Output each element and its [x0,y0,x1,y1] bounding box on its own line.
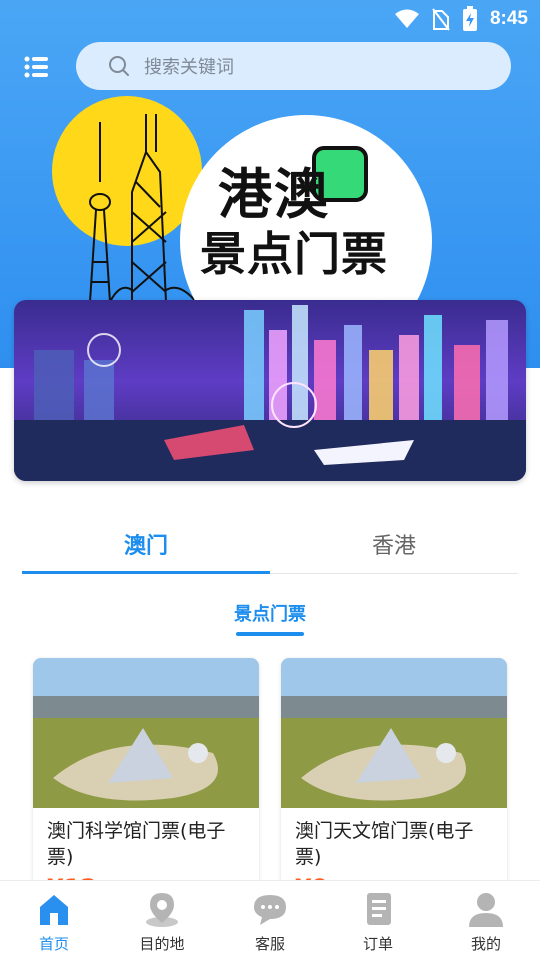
no-sim-icon [432,8,450,31]
search-input[interactable]: 搜索关键词 [76,42,511,90]
search-placeholder: 搜索关键词 [144,57,234,78]
section-tab-attraction-tickets[interactable]: 景点门票 [200,600,340,626]
bottom-nav: 首页 目的地 客服 订单 我的 [0,880,540,960]
hero-title-line2: 景点门票 [200,227,388,281]
tab-hong-kong[interactable]: 香港 [270,512,518,574]
nav-label: 目的地 [139,935,185,953]
location-pin-icon [146,893,178,927]
planetarium-image [281,658,507,808]
battery-icon [462,6,477,31]
list-menu-icon[interactable] [22,52,52,82]
ticket-card-title: 澳门天文馆门票(电子票) [295,820,474,868]
nav-label: 订单 [362,935,393,953]
nav-orders[interactable]: 订单 [324,889,432,954]
section-tab-indicator [236,632,304,636]
nav-destination[interactable]: 目的地 [108,889,216,954]
night-city-model-image [14,305,526,481]
ticket-card-planetarium[interactable]: 澳门天文馆门票(电子票) ¥9 [281,658,507,898]
nav-home[interactable]: 首页 [0,889,108,954]
promo-banner[interactable] [14,300,526,481]
skyline-towers-illustration [89,114,197,303]
nav-profile[interactable]: 我的 [432,889,540,954]
nav-label: 客服 [254,935,285,953]
science-museum-image [33,658,259,808]
status-time: 8:45 [489,8,528,29]
region-tabs: 澳门 香港 [22,512,518,574]
user-icon [469,893,503,927]
chat-icon [254,895,286,925]
status-bar: 8:45 [0,0,540,36]
wifi-icon [394,9,419,28]
ticket-card-science-museum[interactable]: 澳门科学馆门票(电子票) ¥12 [33,658,259,898]
nav-customer-service[interactable]: 客服 [216,889,324,954]
search-icon [109,56,129,76]
nav-label: 我的 [470,935,501,953]
tab-macau[interactable]: 澳门 [22,512,270,574]
order-list-icon [367,893,391,925]
nav-label: 首页 [38,935,69,953]
home-icon [40,895,68,925]
ticket-card-title: 澳门科学馆门票(电子票) [47,820,226,868]
